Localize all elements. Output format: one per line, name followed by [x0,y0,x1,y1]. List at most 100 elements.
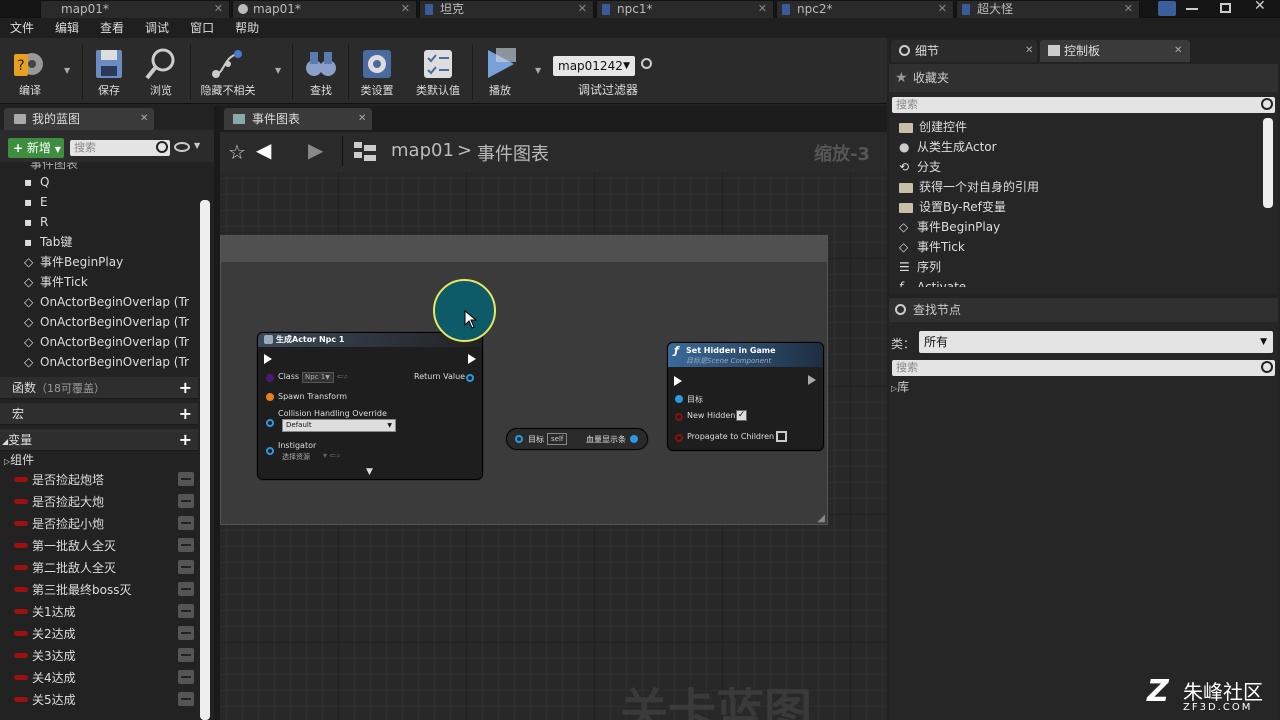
new-hidden-checkbox[interactable]: ✓ [736,410,747,421]
event-list-item[interactable]: ◇ 事件Tick [24,272,88,292]
favorites-header[interactable]: ★ 收藏夹 [889,64,1278,92]
class-browse-icon[interactable]: ⇐⌕ [337,372,348,382]
doc-tab-boss[interactable]: 超大怪 ✕ [956,0,1140,18]
exec-in-pin[interactable] [264,354,272,364]
close-icon[interactable]: ✕ [214,1,223,17]
exec-in-pin[interactable] [674,376,682,386]
menu-help[interactable]: 帮助 [225,18,270,38]
event-list-item[interactable]: ◇ OnActorBeginOverlap (Tr [24,312,189,332]
save-button[interactable]: 保存 [86,42,132,102]
event-list-item[interactable]: ◇ OnActorBeginOverlap (Tr [24,352,189,372]
exec-out-pin[interactable] [468,354,476,364]
close-window-icon[interactable]: ✕ [1254,0,1266,14]
blueprint-search-input[interactable]: 搜索 [70,140,170,156]
variable-list-item[interactable]: 是否捡起炮塔 [0,470,198,490]
collision-select[interactable]: Default ▼ [282,419,396,432]
browse-button[interactable]: 浏览 [136,42,186,102]
event-graph-canvas[interactable]: ☆ ◀ ▶ map01 > 事件图表 缩放-3 ◢ 生成Actor Npc 1 … [220,132,887,720]
view-options-eye-icon[interactable] [174,142,190,152]
visibility-eye-icon[interactable] [178,604,194,618]
favorite-item[interactable]: 设置By-Ref变量 [899,197,1006,217]
hide-unrelated-button[interactable]: 隐藏不相关 [194,42,262,102]
spawn-actor-node[interactable]: 生成Actor Npc 1 Class Npc 1▼ ⇐⌕ Return Val… [257,332,483,480]
tab-palette[interactable]: 控制板 ✕ [1040,40,1190,62]
event-list-item[interactable]: ▪ E [24,192,48,212]
play-button[interactable]: 播放 [476,42,524,102]
minimize-icon[interactable] [1186,8,1198,10]
event-list-item[interactable]: ▪ Q [24,172,49,192]
variable-list-item[interactable]: 第二批敌人全灭 [0,558,198,578]
chevron-down-icon[interactable]: ▼ [194,141,200,150]
visibility-eye-icon[interactable] [178,648,194,662]
debug-object-select[interactable]: map01242 ▼ [553,56,635,76]
return-value-pin[interactable] [466,374,474,382]
doc-tab-npc1[interactable]: npc1* ✕ [596,0,774,18]
library-tree-item[interactable]: ▷库 [891,379,909,397]
new-hidden-pin[interactable] [675,413,683,421]
doc-tab-map01-a[interactable]: map01* ✕ [40,0,230,18]
visibility-eye-icon[interactable] [178,626,194,640]
collision-pin[interactable] [266,419,274,427]
class-pin[interactable] [266,374,274,382]
find-button[interactable]: 查找 [298,42,344,102]
play-options-chevron-icon[interactable]: ▼ [535,66,541,75]
components-group[interactable]: ▷组件 [4,450,34,470]
instigator-pin[interactable] [266,447,274,455]
category-select[interactable]: 所有 ▼ [919,331,1273,353]
debug-search-icon[interactable] [641,58,652,69]
visibility-eye-icon[interactable] [178,516,194,530]
macros-category[interactable]: 宏 + [0,403,198,425]
close-icon[interactable]: ✕ [758,1,767,17]
favorite-item[interactable]: ☰ 序列 [899,257,941,277]
variable-list-item[interactable]: 第一批敌人全灭 [0,536,198,556]
tab-event-graph[interactable]: 事件图表 ✕ [224,108,372,130]
exec-out-pin[interactable] [808,375,816,385]
instigator-select[interactable]: 选择资源 [282,452,310,462]
variables-category[interactable]: ◢变量 + [0,429,198,451]
set-hidden-node[interactable]: ƒ Set Hidden in Game 目标是Scene Component … [667,342,824,451]
scrollbar[interactable] [1263,118,1273,208]
favorite-item[interactable]: ◇ 事件Tick [899,237,965,257]
variable-list-item[interactable]: 第三批最终boss灭 [0,580,198,600]
doc-tab-map01-b[interactable]: map01* ✕ [232,0,417,18]
favorites-search-input[interactable]: 搜索 [892,97,1275,113]
class-defaults-button[interactable]: 类默认值 [410,42,466,102]
tab-my-blueprint[interactable]: 我的蓝图 ✕ [4,108,154,130]
propagate-checkbox[interactable] [776,431,787,442]
functions-category[interactable]: 函数（18可覆盖） + [0,377,198,399]
nodes-search-input[interactable]: 搜索 [892,360,1275,376]
close-icon[interactable]: ✕ [938,1,947,17]
variable-list-item[interactable]: 是否捡起大炮 [0,492,198,512]
maximize-icon[interactable] [1220,3,1231,13]
variable-list-item[interactable]: 关5达成 [0,690,198,710]
add-function-plus-icon[interactable]: + [179,377,192,399]
close-icon[interactable]: ✕ [358,108,366,130]
close-icon[interactable]: ✕ [140,108,148,130]
set-hidden-header[interactable]: ƒ Set Hidden in Game 目标是Scene Component [668,343,823,367]
event-list-item[interactable]: ◇ 事件BeginPlay [24,252,123,272]
favorite-item[interactable]: ● 从类生成Actor [899,137,997,157]
tab-details[interactable]: 细节 ✕ [891,40,1037,62]
comment-header[interactable] [221,236,827,262]
favorite-item[interactable]: ◇ 事件BeginPlay [899,217,1000,237]
close-icon[interactable]: ✕ [578,1,587,17]
menu-window[interactable]: 窗口 [180,18,225,38]
close-icon[interactable]: ✕ [401,1,410,17]
favorite-item[interactable]: 创建控件 [899,117,967,137]
menu-view[interactable]: 查看 [90,18,135,38]
hidden-target-pin[interactable] [675,395,683,403]
get-target-pin[interactable] [515,435,523,443]
get-health-bar-node[interactable]: 目标 self 血量显示条 [506,428,648,450]
visibility-eye-icon[interactable] [178,560,194,574]
compile-button[interactable]: ? 编译 [4,42,56,102]
add-variable-plus-icon[interactable]: + [179,429,192,451]
menu-edit[interactable]: 编辑 [45,18,90,38]
propagate-pin[interactable] [675,434,683,442]
variable-list-item[interactable]: 关3达成 [0,646,198,666]
favorite-item[interactable]: ƒ Activate [899,277,966,287]
compile-options-chevron-icon[interactable]: ▼ [64,66,70,75]
event-list-item[interactable]: ◇ OnActorBeginOverlap (Tr [24,332,189,352]
visibility-eye-icon[interactable] [178,494,194,508]
add-new-button[interactable]: + 新增 ▼ [8,138,64,158]
close-icon[interactable]: ✕ [1124,1,1133,17]
